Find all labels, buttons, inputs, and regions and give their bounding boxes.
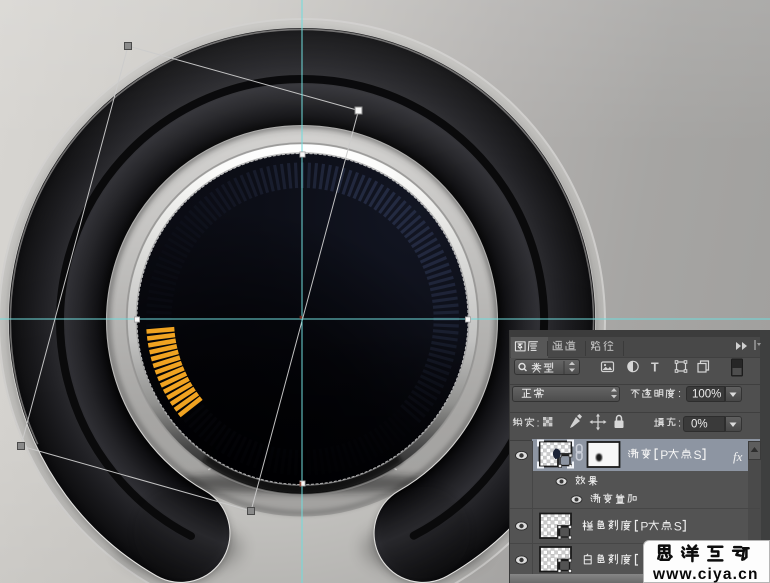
- svg-text:www.ciya.cn: www.ciya.cn: [652, 566, 759, 583]
- svg-text::: :: [678, 388, 681, 400]
- svg-text:S: S: [674, 520, 682, 534]
- svg-text:P: P: [660, 448, 668, 462]
- svg-text::: :: [678, 418, 681, 430]
- svg-text:0%: 0%: [691, 419, 708, 431]
- svg-text:100%: 100%: [692, 389, 721, 401]
- svg-text:T: T: [651, 361, 659, 375]
- svg-text:fx: fx: [733, 449, 743, 464]
- svg-text::: :: [537, 418, 540, 430]
- svg-text:S: S: [694, 448, 702, 462]
- svg-text:P: P: [640, 520, 648, 534]
